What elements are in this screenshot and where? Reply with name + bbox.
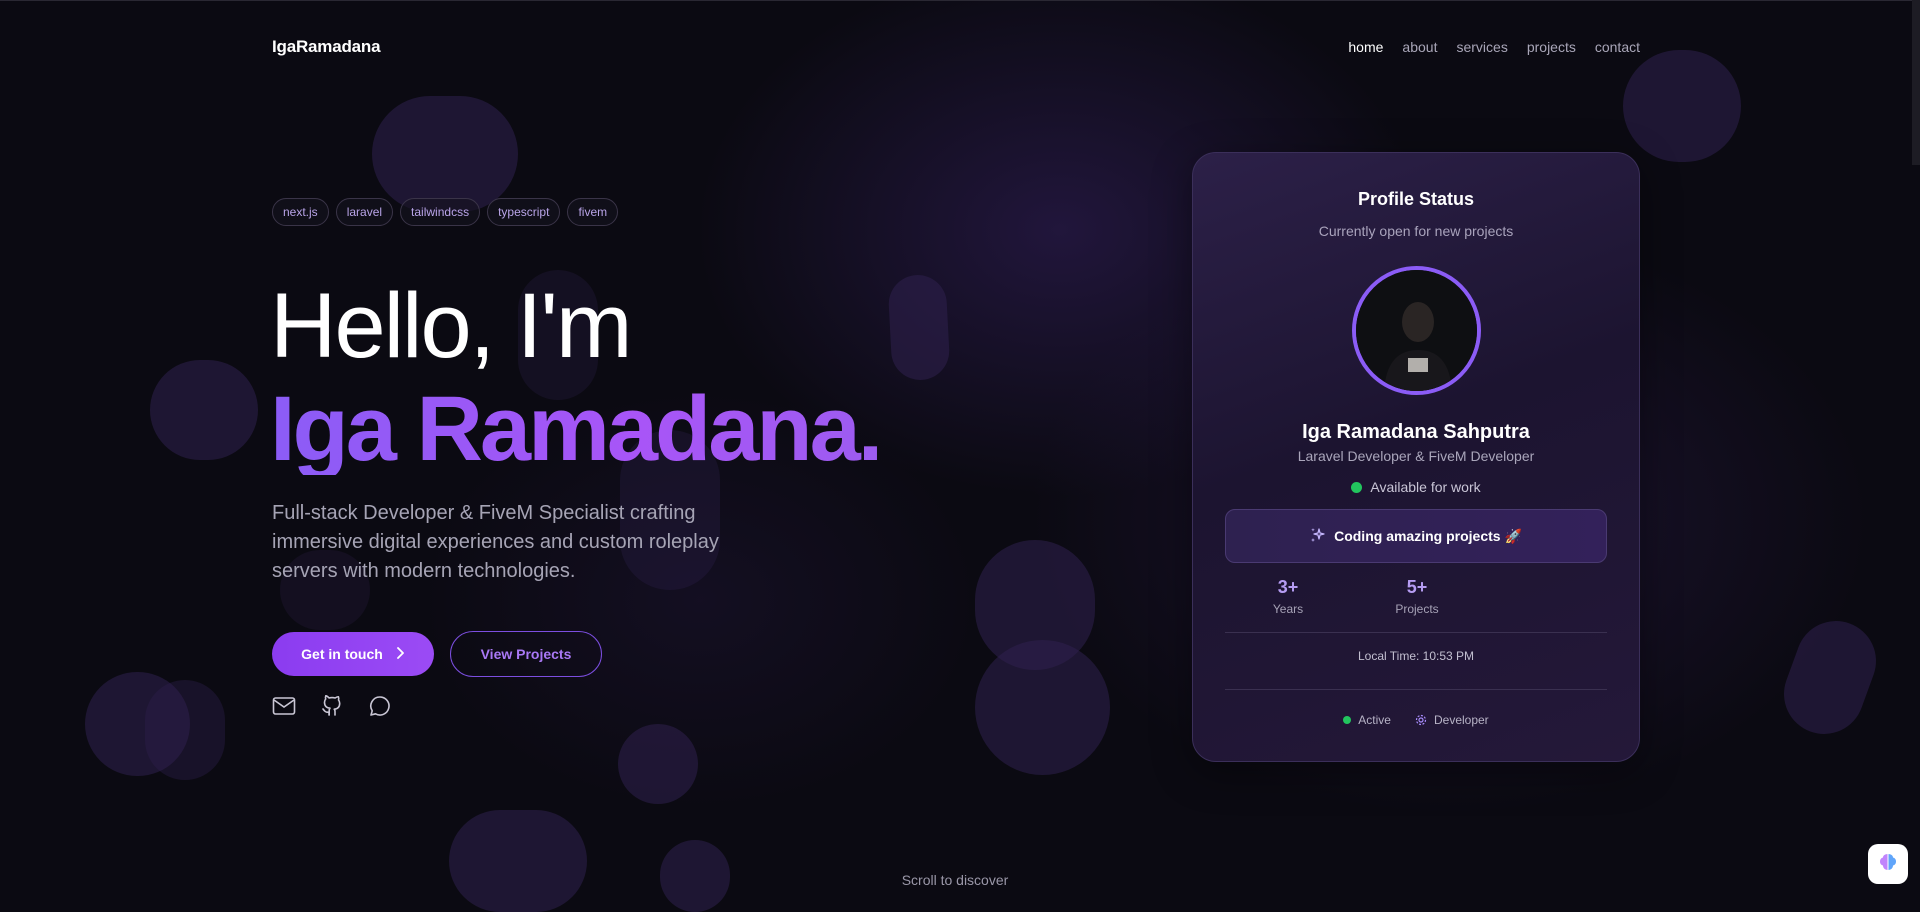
activity-label: Coding amazing projects 🚀: [1334, 527, 1522, 544]
gear-icon: [1415, 714, 1427, 726]
developer-label: Developer: [1433, 713, 1489, 727]
tag-typescript: typescript: [487, 198, 561, 226]
profile-card: Profile Status Currently open for new pr…: [1192, 152, 1640, 762]
tag-nextjs: next.js: [272, 198, 329, 226]
status-dot-icon: [1351, 481, 1363, 493]
card-footer: Active Developer: [1193, 713, 1639, 727]
stat-years-value: 3+: [1277, 577, 1299, 597]
nav-about[interactable]: about: [1402, 39, 1437, 55]
nav-services[interactable]: services: [1456, 39, 1507, 55]
developer-status: Developer: [1415, 713, 1489, 727]
nav-projects[interactable]: projects: [1527, 39, 1576, 55]
decorative-blob: [618, 724, 698, 804]
stat-projects: 5+ Projects: [1377, 577, 1457, 616]
brain-icon: [1877, 851, 1899, 878]
hero-greeting: Hello, I'm: [270, 275, 633, 377]
card-name: Iga Ramadana Sahputra: [1302, 421, 1530, 443]
tag-laravel: laravel: [335, 198, 394, 226]
decorative-blob: [449, 810, 587, 912]
avatar: [1352, 266, 1481, 395]
stat-years: 3+ Years: [1248, 577, 1328, 616]
nav-contact[interactable]: contact: [1595, 39, 1640, 55]
decorative-blob: [372, 96, 518, 212]
availability-label: Available for work: [1370, 479, 1481, 495]
assistant-button[interactable]: [1868, 844, 1908, 884]
social-links: [272, 694, 392, 718]
hero-name: Iga Ramadana.: [270, 378, 883, 480]
local-time: Local Time: 10:53 PM: [1357, 649, 1475, 663]
chat-icon[interactable]: [368, 694, 392, 718]
activity-banner: Coding amazing projects 🚀: [1225, 509, 1607, 563]
decorative-blob: [150, 360, 258, 460]
site-logo[interactable]: IgaRamadana: [272, 37, 381, 57]
card-role: Laravel Developer & FiveM Developer: [1297, 448, 1535, 464]
scrollbar[interactable]: [1912, 0, 1920, 165]
mail-icon[interactable]: [272, 694, 296, 718]
card-title: Profile Status: [1357, 189, 1475, 209]
tag-fivem: fivem: [567, 198, 619, 226]
top-border: [0, 0, 1920, 1]
active-dot-icon: [1343, 716, 1352, 724]
decorative-blob: [145, 680, 225, 780]
decorative-blob: [975, 640, 1110, 775]
chevron-right-icon: [395, 646, 405, 662]
active-status: Active: [1343, 713, 1391, 727]
card-subtitle: Currently open for new projects: [1318, 223, 1514, 239]
decorative-blob: [887, 273, 951, 382]
get-in-touch-button[interactable]: Get in touch: [272, 632, 434, 676]
sparkles-icon: [1310, 527, 1326, 546]
decorative-blob: [1623, 50, 1741, 162]
card-divider: [1225, 689, 1607, 690]
scroll-hint: Scroll to discover: [901, 872, 1009, 888]
availability-status: Available for work: [1193, 479, 1639, 495]
tag-tailwindcss: tailwindcss: [400, 198, 481, 226]
active-label: Active: [1358, 713, 1391, 727]
main-nav: home about services projects contact: [1348, 39, 1640, 55]
stat-projects-value: 5+: [1406, 577, 1428, 597]
stat-years-label: Years: [1272, 602, 1304, 616]
view-projects-button[interactable]: View Projects: [450, 631, 602, 677]
github-icon[interactable]: [320, 694, 344, 718]
tech-tags: next.js laravel tailwindcss typescript f…: [272, 198, 619, 226]
card-divider: [1225, 632, 1607, 633]
get-in-touch-label: Get in touch: [301, 646, 383, 662]
stat-projects-label: Projects: [1395, 602, 1439, 616]
nav-home[interactable]: home: [1348, 39, 1383, 55]
hero-tagline: Full-stack Developer & FiveM Specialist …: [272, 502, 719, 582]
